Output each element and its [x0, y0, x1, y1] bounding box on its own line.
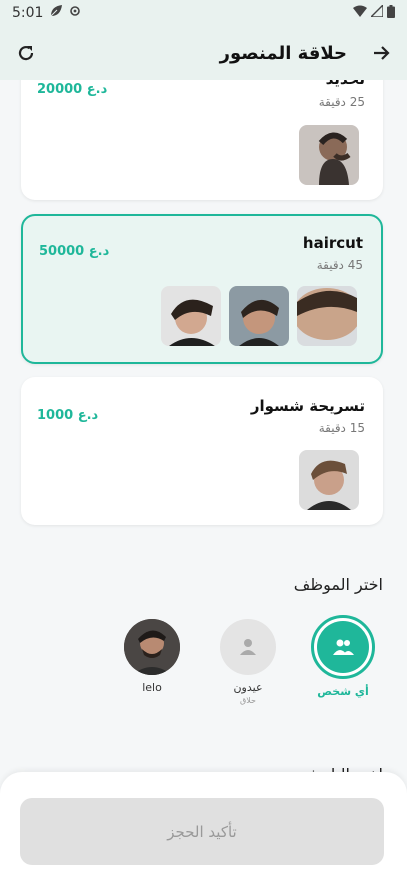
service-price: 50000 د.ع — [39, 244, 110, 259]
service-image — [297, 286, 357, 346]
service-name: تحديد — [326, 80, 365, 88]
leaf-icon — [49, 4, 63, 22]
group-icon — [317, 621, 369, 673]
service-image — [299, 125, 359, 185]
avatar — [311, 615, 375, 679]
person-placeholder-icon — [220, 619, 276, 675]
service-image — [161, 286, 221, 346]
status-time: 5:01 — [12, 5, 44, 21]
status-bar: 5:01 — [0, 0, 407, 26]
scroll-content[interactable]: تحديد 25 دقيقة 20000 د.ع haircut 45 دقيق… — [0, 80, 407, 780]
battery-icon — [387, 4, 395, 22]
back-arrow-icon[interactable] — [369, 41, 393, 65]
wifi-icon — [353, 5, 367, 21]
avatar — [124, 619, 180, 675]
service-image — [229, 286, 289, 346]
employee-name: عيدون — [233, 681, 263, 694]
service-card[interactable]: تسريحة شسوار 15 دقيقة 1000 د.ع — [21, 377, 383, 525]
app-bar: حلاقة المنصور — [0, 26, 407, 80]
settings-status-icon — [69, 5, 81, 21]
bottom-sheet: تأكيد الحجز — [0, 772, 407, 889]
employee-name: lelo — [142, 681, 162, 694]
employee-option-any[interactable]: أي شخص — [298, 615, 388, 698]
service-image — [299, 450, 359, 510]
signal-icon — [369, 3, 384, 21]
confirm-booking-button[interactable]: تأكيد الحجز — [20, 798, 384, 865]
refresh-icon[interactable] — [14, 41, 38, 65]
service-card-selected[interactable]: haircut 45 دقيقة 50000 د.ع — [21, 214, 383, 364]
service-duration: 45 دقيقة — [316, 258, 363, 272]
page-title: حلاقة المنصور — [219, 42, 347, 64]
service-name: haircut — [302, 234, 363, 252]
service-price: 20000 د.ع — [37, 82, 108, 97]
employee-name: أي شخص — [317, 685, 369, 698]
employee-option[interactable]: lelo — [107, 619, 197, 694]
service-duration: 15 دقيقة — [318, 421, 365, 435]
service-duration: 25 دقيقة — [318, 95, 365, 109]
employee-role: حلاق — [240, 696, 256, 705]
service-card[interactable]: تحديد 25 دقيقة 20000 د.ع — [21, 80, 383, 200]
service-name: تسريحة شسوار — [250, 397, 365, 415]
employee-option[interactable]: عيدون حلاق — [203, 619, 293, 705]
employee-section-title: اختر الموظف — [293, 575, 383, 594]
service-price: 1000 د.ع — [37, 408, 99, 423]
